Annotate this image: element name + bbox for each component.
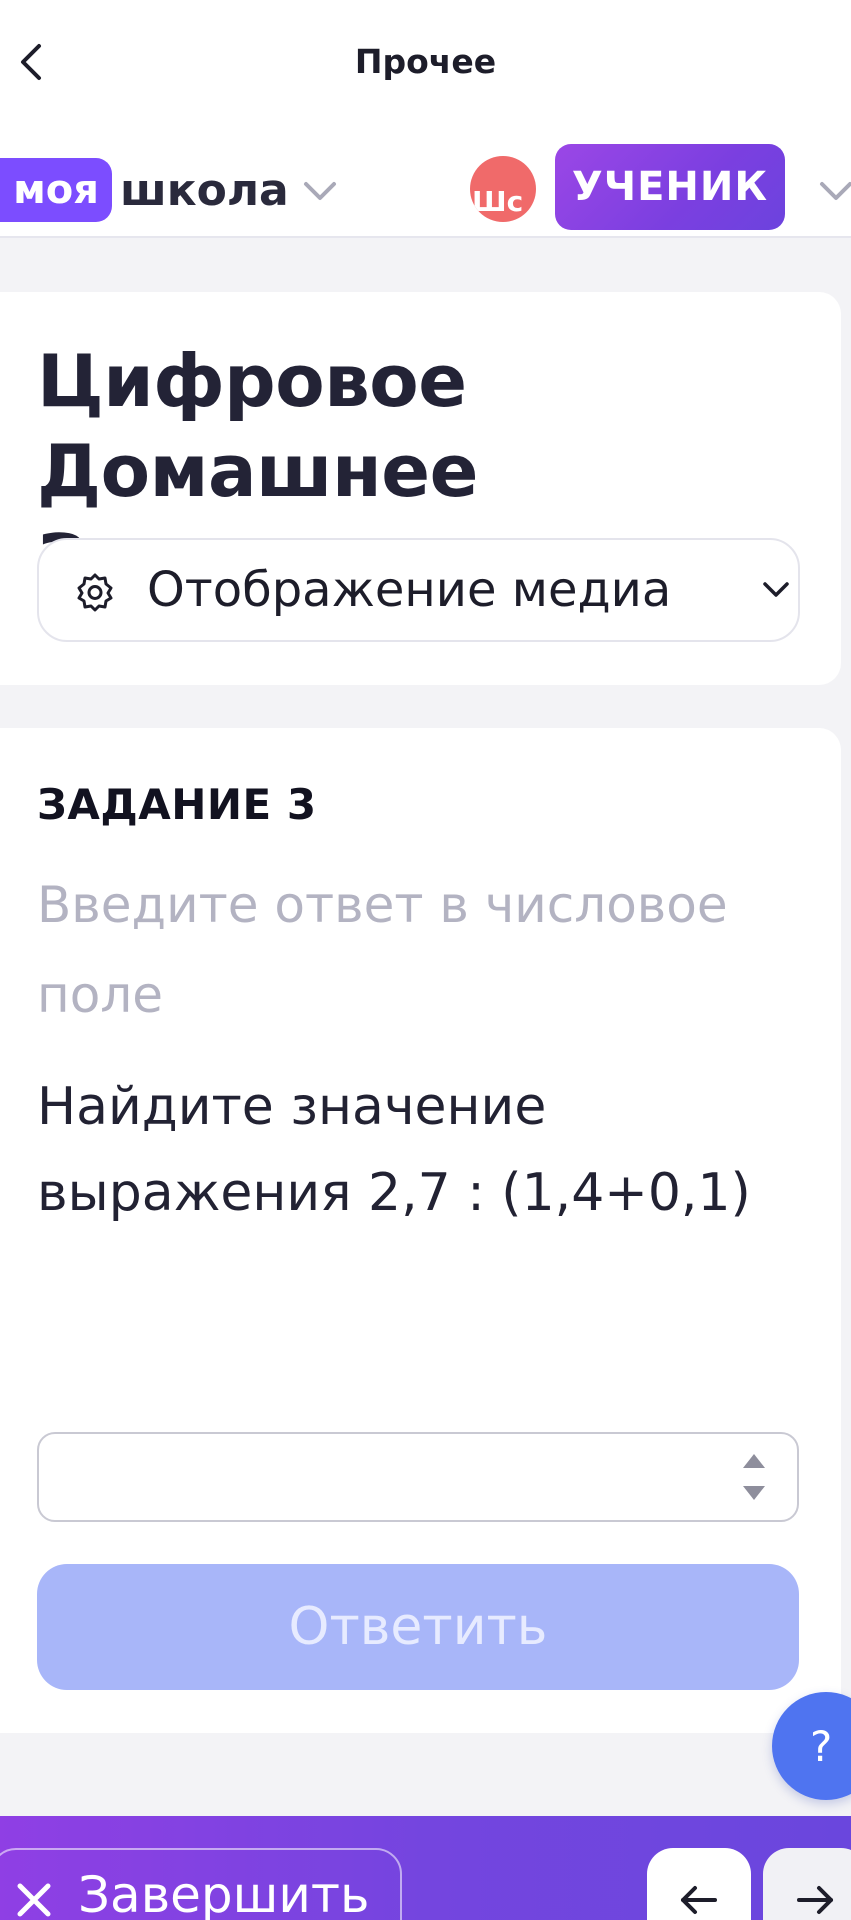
task-number: ЗАДАНИЕ 3 (37, 780, 317, 829)
title-card: Цифровое Домашнее Задание Отображение ме… (0, 292, 841, 685)
chevron-down-icon[interactable] (302, 178, 338, 204)
answer-field[interactable] (37, 1432, 799, 1522)
arrow-left-icon (681, 1886, 717, 1914)
nav-title: Прочее (354, 42, 497, 81)
finish-button[interactable]: Завершить (0, 1848, 402, 1920)
previous-task-button[interactable] (647, 1848, 751, 1920)
number-stepper-icon[interactable] (739, 1448, 769, 1506)
page: Прочее моя школа Шс УЧЕНИК Цифровое Дома… (0, 0, 851, 1920)
avatar[interactable]: Шс (470, 156, 536, 222)
bottom-action-bar: Завершить (0, 1816, 851, 1920)
school-header: моя школа Шс УЧЕНИК (0, 128, 851, 238)
chevron-down-icon[interactable] (818, 178, 851, 204)
task-card: ЗАДАНИЕ 3 Введите ответ в числовое поле … (0, 728, 841, 1733)
logo-badge: моя (0, 158, 112, 222)
close-icon (17, 1883, 51, 1917)
avatar-initials: Шс (472, 185, 524, 218)
media-display-select[interactable]: Отображение медиа (37, 538, 800, 642)
submit-answer-button[interactable]: Ответить (37, 1564, 799, 1690)
logo-word: школа (120, 164, 289, 216)
top-navigation: Прочее (0, 0, 851, 128)
help-icon: ? (810, 1721, 833, 1771)
finish-label: Завершить (78, 1866, 370, 1920)
next-task-button[interactable] (763, 1848, 851, 1920)
task-question: Найдите значение выражения 2,7 : (1,4+0,… (37, 1077, 751, 1223)
task-hint: Введите ответ в числовое поле (37, 876, 728, 1024)
gear-icon (77, 573, 113, 612)
chevron-down-icon (763, 582, 789, 597)
arrow-right-icon (797, 1886, 833, 1914)
media-select-label: Отображение медиа (147, 562, 672, 618)
answer-input[interactable] (39, 1434, 719, 1520)
role-badge[interactable]: УЧЕНИК (555, 144, 785, 230)
